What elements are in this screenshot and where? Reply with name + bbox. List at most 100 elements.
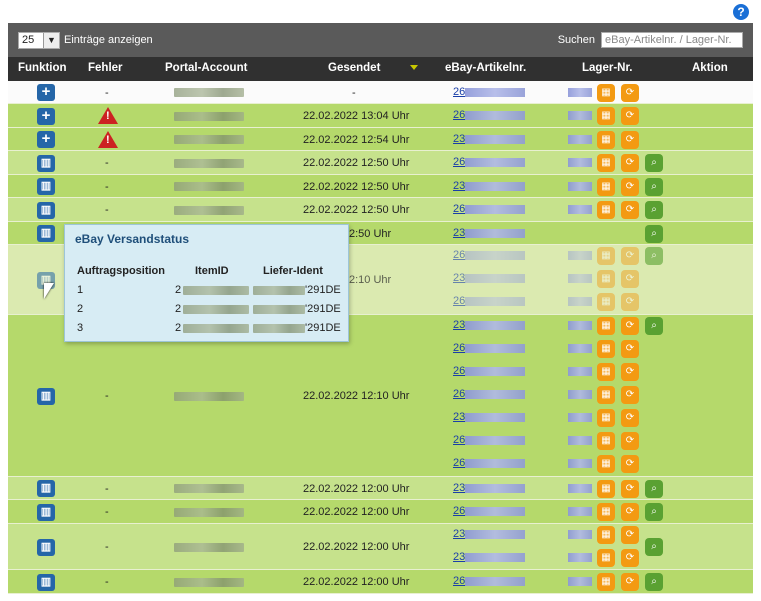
upload-icon[interactable]: ⟳ xyxy=(621,409,639,427)
box-icon[interactable]: ▦ xyxy=(597,526,615,544)
box-icon[interactable]: ▦ xyxy=(597,503,615,521)
document-search-icon[interactable]: ⌕ xyxy=(645,479,663,498)
expand-plus-icon[interactable]: + xyxy=(37,131,55,148)
upload-icon[interactable]: ⟳ xyxy=(621,107,639,125)
document-search-icon[interactable]: ⌕ xyxy=(645,538,663,556)
ebay-item-link[interactable]: 26 xyxy=(453,295,465,307)
box-icon[interactable]: ▦ xyxy=(597,270,615,288)
box-icon[interactable]: ▦ xyxy=(597,201,615,219)
upload-icon[interactable]: ⟳ xyxy=(621,573,639,591)
col-lager-nr[interactable]: Lager-Nr. xyxy=(582,62,633,74)
expand-plus-icon[interactable]: + xyxy=(37,107,55,125)
ebay-item-link[interactable]: 26 xyxy=(453,86,465,98)
shipping-status-icon[interactable]: ▥ xyxy=(37,480,55,497)
shipping-status-icon[interactable]: ▥ xyxy=(37,201,55,219)
box-icon[interactable]: ▦ xyxy=(597,107,615,125)
document-search-icon[interactable]: ⌕ xyxy=(645,154,663,172)
ebay-item-link[interactable]: 23 xyxy=(453,133,465,145)
box-icon[interactable]: ▦ xyxy=(597,177,615,196)
popup-line-pos: 2 xyxy=(77,303,84,315)
ebay-item-link[interactable]: 23 xyxy=(453,482,465,494)
box-icon[interactable]: ▦ xyxy=(597,549,615,567)
shipping-status-icon[interactable]: ▥ xyxy=(37,503,55,521)
ebay-item-link[interactable]: 26 xyxy=(453,249,465,261)
box-icon[interactable]: ▦ xyxy=(597,386,615,404)
upload-icon[interactable]: ⟳ xyxy=(621,317,639,335)
shipping-status-icon[interactable]: ▥ xyxy=(37,387,55,405)
help-icon[interactable]: ? xyxy=(733,4,749,20)
ebay-item-link[interactable]: 26 xyxy=(453,203,465,215)
box-icon[interactable]: ▦ xyxy=(597,154,615,172)
upload-icon[interactable]: ⟳ xyxy=(621,83,639,102)
ebay-item-link[interactable]: 26 xyxy=(453,505,465,517)
ebay-item-link[interactable]: 26 xyxy=(453,575,465,587)
upload-icon[interactable]: ⟳ xyxy=(621,270,639,288)
box-icon[interactable]: ▦ xyxy=(597,340,615,358)
box-icon[interactable]: ▦ xyxy=(597,479,615,498)
ebay-item-link[interactable]: 26 xyxy=(453,156,465,168)
upload-icon[interactable]: ⟳ xyxy=(621,340,639,358)
box-icon[interactable]: ▦ xyxy=(597,83,615,102)
box-icon[interactable]: ▦ xyxy=(597,409,615,427)
upload-icon[interactable]: ⟳ xyxy=(621,201,639,219)
expand-plus-icon[interactable]: + xyxy=(37,84,55,101)
box-icon[interactable]: ▦ xyxy=(597,432,615,450)
ebay-item-link[interactable]: 26 xyxy=(453,342,465,354)
col-fehler[interactable]: Fehler xyxy=(88,62,123,74)
upload-icon[interactable]: ⟳ xyxy=(621,526,639,544)
search-input[interactable]: eBay-Artikelnr. / Lager-Nr. xyxy=(601,32,743,48)
ebay-item-link[interactable]: 23 xyxy=(453,180,465,192)
upload-icon[interactable]: ⟳ xyxy=(621,130,639,149)
upload-icon[interactable]: ⟳ xyxy=(621,503,639,521)
col-portal-account[interactable]: Portal-Account xyxy=(165,62,247,74)
upload-icon[interactable]: ⟳ xyxy=(621,479,639,498)
col-gesendet[interactable]: Gesendet xyxy=(328,62,419,74)
col-funktion[interactable]: Funktion xyxy=(18,62,67,74)
upload-icon[interactable]: ⟳ xyxy=(621,177,639,196)
document-search-icon[interactable]: ⌕ xyxy=(645,317,663,335)
ebay-item-redacted xyxy=(465,344,525,353)
ebay-item-redacted xyxy=(465,205,525,214)
upload-icon[interactable]: ⟳ xyxy=(621,154,639,172)
shipping-status-icon[interactable]: ▥ xyxy=(37,154,55,172)
document-search-icon[interactable]: ⌕ xyxy=(645,201,663,219)
ebay-item-link[interactable]: 23 xyxy=(453,551,465,563)
box-icon[interactable]: ▦ xyxy=(597,573,615,591)
ebay-item-link[interactable]: 23 xyxy=(453,319,465,331)
document-search-icon[interactable]: ⌕ xyxy=(645,224,663,243)
ebay-item-link[interactable]: 26 xyxy=(453,457,465,469)
ebay-item-link[interactable]: 26 xyxy=(453,365,465,377)
ebay-item-link[interactable]: 23 xyxy=(453,411,465,423)
upload-icon[interactable]: ⟳ xyxy=(621,455,639,473)
ebay-item-link[interactable]: 26 xyxy=(453,388,465,400)
shipping-status-icon[interactable]: ▥ xyxy=(37,573,55,591)
chevron-down-icon[interactable]: ▼ xyxy=(43,32,59,48)
ebay-item-link[interactable]: 23 xyxy=(453,227,465,239)
box-icon[interactable]: ▦ xyxy=(597,455,615,473)
ebay-item-link[interactable]: 26 xyxy=(453,434,465,446)
upload-icon[interactable]: ⟳ xyxy=(621,247,639,265)
shipping-status-icon[interactable]: ▥ xyxy=(37,178,55,195)
document-search-icon[interactable]: ⌕ xyxy=(645,177,663,196)
box-icon[interactable]: ▦ xyxy=(597,317,615,335)
ebay-item-link[interactable]: 26 xyxy=(453,109,465,121)
upload-icon[interactable]: ⟳ xyxy=(621,293,639,311)
ebay-item-link[interactable]: 23 xyxy=(453,272,465,284)
box-icon[interactable]: ▦ xyxy=(597,247,615,265)
shipping-status-icon[interactable]: ▥ xyxy=(37,538,55,556)
box-icon[interactable]: ▦ xyxy=(597,293,615,311)
ebay-item-link[interactable]: 23 xyxy=(453,528,465,540)
box-icon[interactable]: ▦ xyxy=(597,363,615,381)
upload-icon[interactable]: ⟳ xyxy=(621,363,639,381)
upload-icon[interactable]: ⟳ xyxy=(621,549,639,567)
box-icon[interactable]: ▦ xyxy=(597,130,615,149)
page-size-select[interactable]: 25 ▼ xyxy=(18,31,60,49)
upload-icon[interactable]: ⟳ xyxy=(621,432,639,450)
sent-timestamp: 22.02.2022 12:00 Uhr xyxy=(303,541,410,553)
col-ebay-artikelnr[interactable]: eBay-Artikelnr. xyxy=(445,62,526,74)
document-search-icon[interactable]: ⌕ xyxy=(645,503,663,521)
document-search-icon[interactable]: ⌕ xyxy=(645,247,663,265)
upload-icon[interactable]: ⟳ xyxy=(621,386,639,404)
document-search-icon[interactable]: ⌕ xyxy=(645,573,663,591)
shipping-status-icon[interactable]: ▥ xyxy=(37,225,55,242)
